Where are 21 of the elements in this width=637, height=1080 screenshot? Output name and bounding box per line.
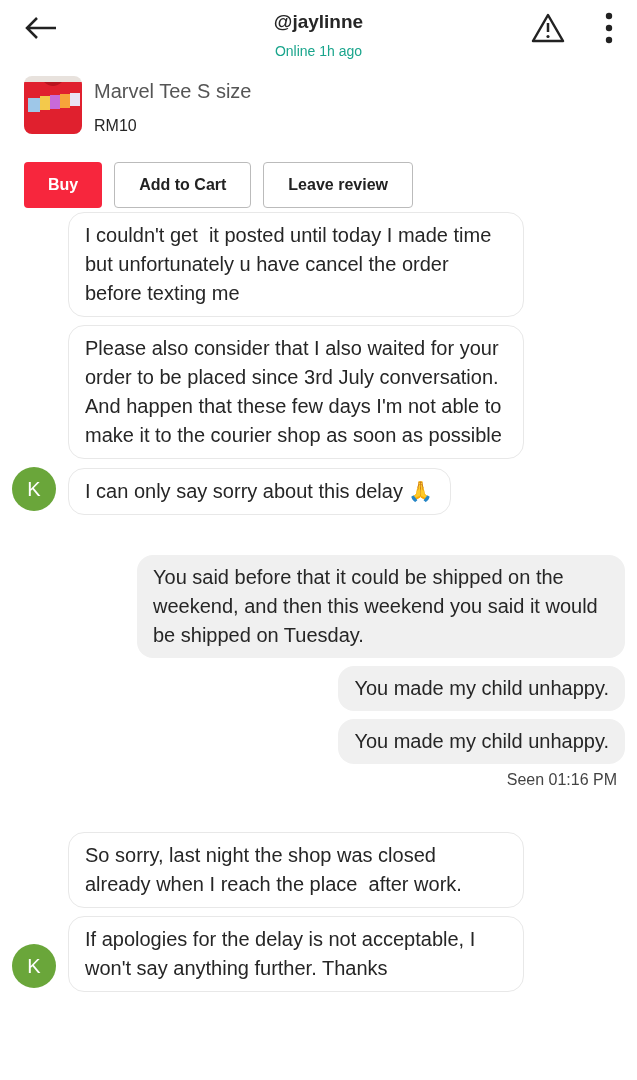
message-bubble: You made my child unhappy. (338, 666, 625, 711)
avatar: K (12, 467, 56, 511)
buy-button[interactable]: Buy (24, 162, 103, 208)
action-button[interactable]: Leave review (263, 162, 413, 208)
online-status: Online 1h ago (274, 41, 363, 61)
message-bubble: I couldn't get it posted until today I made time but unfortunately u have cancel the order before texting me (68, 212, 524, 317)
back-arrow-icon[interactable] (24, 16, 58, 40)
product-price: RM10 (94, 116, 138, 136)
message-bubble: You said before that it could be shipped on the weekend, and then this weekend you said it would be shipped on Tuesday. (137, 555, 625, 658)
product-title: Marvel Tee S size (94, 79, 252, 104)
message-bubble: So sorry, last night the shop was closed already when I reach the place after work. (68, 832, 524, 908)
avatar: K (12, 944, 56, 988)
action-button[interactable]: Add to Cart (114, 162, 252, 208)
message-bubble: You made my child unhappy. (338, 719, 625, 764)
message-bubble: If apologies for the delay is not acceptable, I won't say anything further. Thanks (68, 916, 524, 992)
more-options-icon[interactable] (605, 12, 613, 44)
warning-icon[interactable] (531, 13, 565, 43)
username: @jaylinne (273, 10, 364, 34)
seen-receipt: Seen 01:16 PM (506, 770, 617, 790)
message-bubble: I can only say sorry about this delay 🙏 (68, 468, 451, 515)
message-bubble: Please also consider that I also waited for your order to be placed since 3rd July conversation. And happen that these few days I'm not able to make it to the courier shop as soon as possible (68, 325, 524, 459)
